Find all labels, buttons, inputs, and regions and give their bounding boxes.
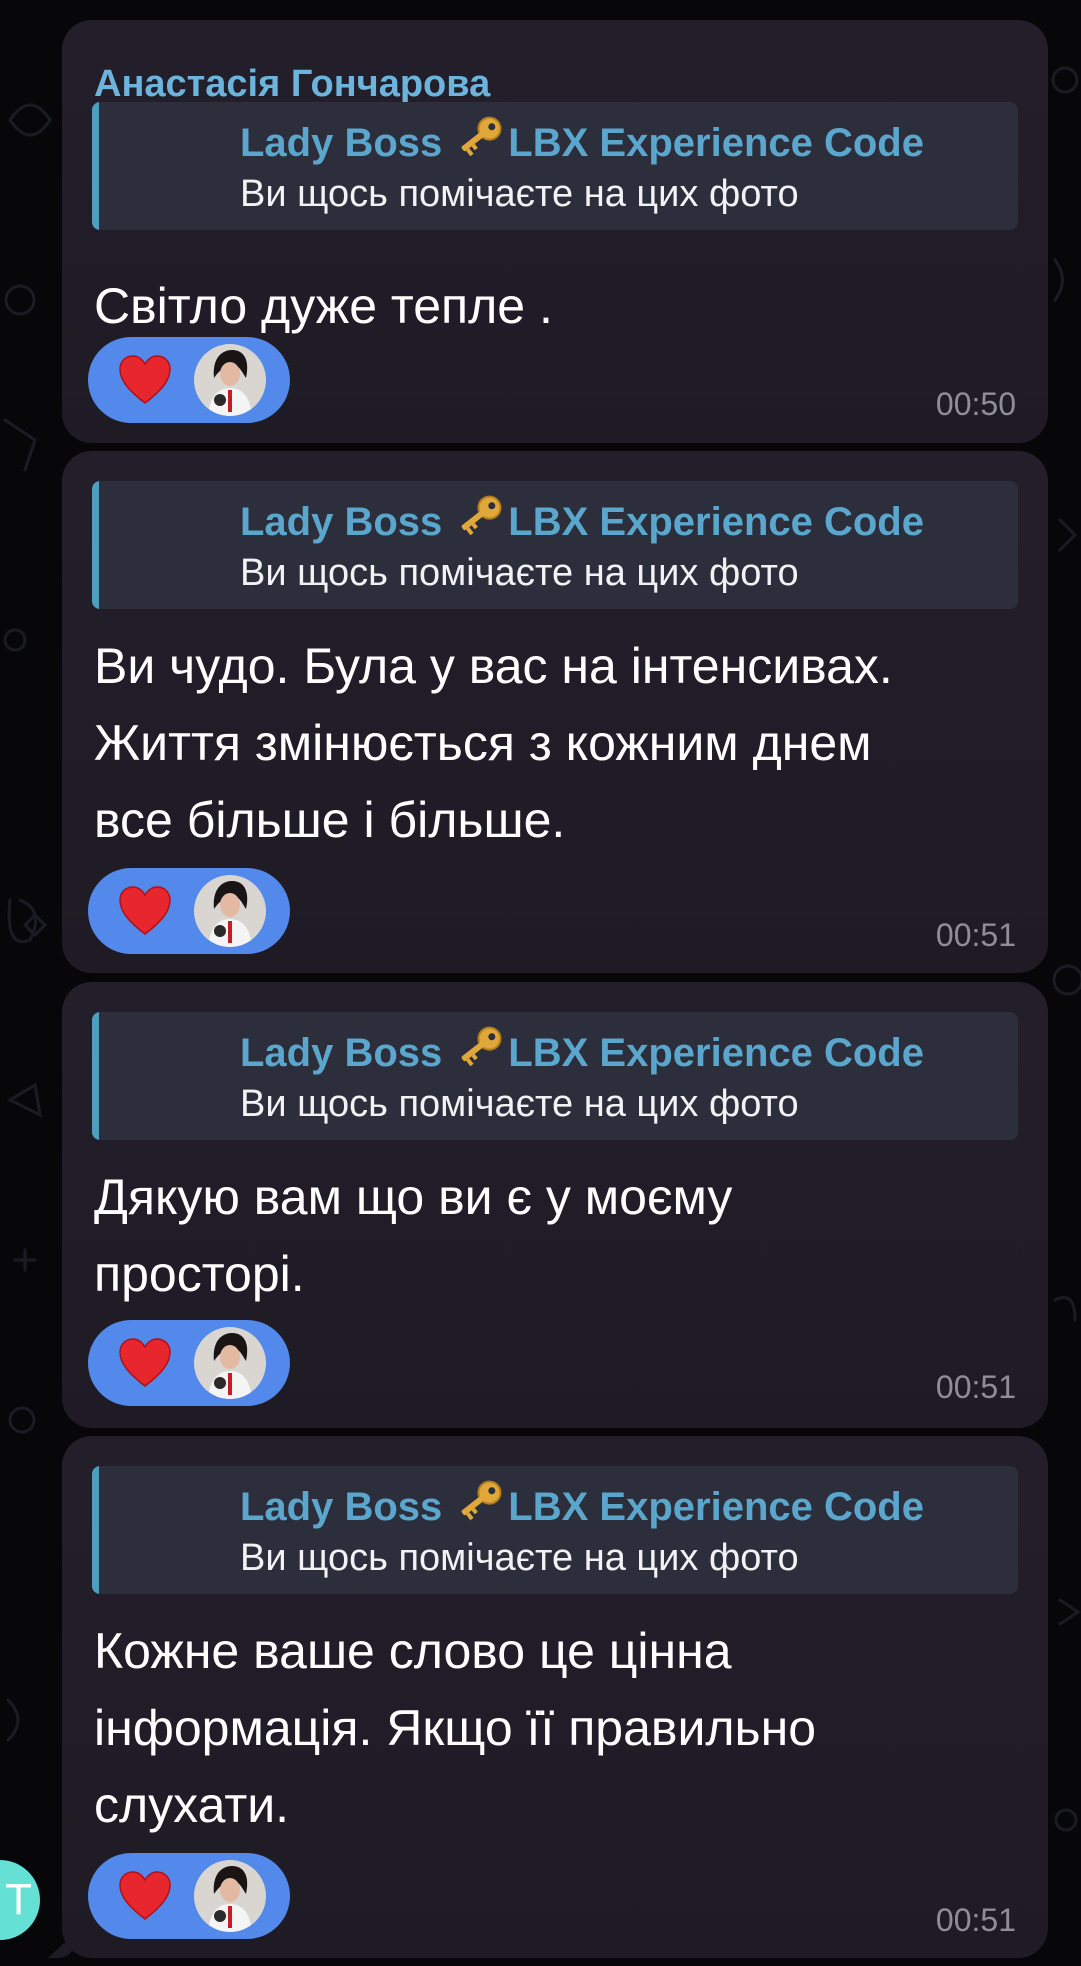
- heart-icon: [119, 1871, 171, 1920]
- reply-accent-bar: [92, 481, 99, 609]
- message-line: все більше і більше.: [94, 792, 566, 848]
- message-line: Життя змінюється з кожним днем: [94, 715, 872, 771]
- message-text: Кожне ваше слово це цінна інформація. Як…: [94, 1613, 1024, 1844]
- reply-title-name: Lady Boss: [240, 1485, 443, 1529]
- message-line: Дякую вам що ви є у моєму: [94, 1169, 733, 1225]
- reactor-avatar[interactable]: [194, 344, 266, 416]
- reply-title-channel: LBX Experience Code: [508, 500, 924, 544]
- reply-accent-bar: [92, 102, 99, 230]
- reply-title: Lady Boss LBX Experience Code: [240, 491, 924, 547]
- reply-quote[interactable]: Lady Boss LBX Experience Code Ви щось пом…: [92, 102, 1018, 230]
- message-bubble[interactable]: Анастасія Гончарова Lady Boss LBX Experie…: [62, 20, 1048, 443]
- reply-title-channel: LBX Experience Code: [508, 1031, 924, 1075]
- reaction-pill[interactable]: [88, 868, 290, 954]
- reply-title-channel: LBX Experience Code: [508, 121, 924, 165]
- message-line: Ви чудо. Була у вас на інтенсивах.: [94, 638, 893, 694]
- reply-text: Ви щось помічаєте на цих фото: [240, 173, 799, 215]
- message-line: Кожне ваше слово це цінна: [94, 1623, 732, 1679]
- message-time: 00:51: [935, 1902, 1016, 1938]
- reactor-avatar[interactable]: [194, 1327, 266, 1399]
- message-line: інформація. Якщо її правильно: [94, 1700, 817, 1756]
- reply-title: Lady Boss LBX Experience Code: [240, 1476, 924, 1532]
- key-icon: [461, 116, 502, 157]
- message-text: Ви чудо. Була у вас на інтенсивах. Життя…: [94, 628, 1024, 859]
- message-line: слухати.: [94, 1777, 290, 1833]
- reactor-avatar[interactable]: [194, 1860, 266, 1932]
- message-time: 00:51: [935, 917, 1016, 953]
- reply-title-channel: LBX Experience Code: [508, 1485, 924, 1529]
- message-line: Світло дуже тепле .: [94, 278, 553, 334]
- reply-accent-bar: [92, 1012, 99, 1140]
- heart-icon: [119, 1338, 171, 1387]
- reply-accent-bar: [92, 1466, 99, 1594]
- reply-title-name: Lady Boss: [240, 500, 443, 544]
- message-line: просторі.: [94, 1246, 305, 1302]
- key-icon: [461, 495, 502, 536]
- reply-text: Ви щось помічаєте на цих фото: [240, 1537, 799, 1579]
- message-bubble[interactable]: Lady Boss LBX Experience Code Ви щось пом…: [62, 982, 1048, 1428]
- message-time: 00:50: [935, 386, 1016, 422]
- message-time: 00:51: [935, 1369, 1016, 1405]
- reply-title: Lady Boss LBX Experience Code: [240, 112, 924, 168]
- reply-title-name: Lady Boss: [240, 121, 443, 165]
- heart-icon: [119, 886, 171, 935]
- reply-text: Ви щось помічаєте на цих фото: [240, 552, 799, 594]
- reply-quote[interactable]: Lady Boss LBX Experience Code Ви щось пом…: [92, 1012, 1018, 1140]
- reactor-avatar[interactable]: [194, 875, 266, 947]
- reply-quote[interactable]: Lady Boss LBX Experience Code Ви щось пом…: [92, 481, 1018, 609]
- reply-text: Ви щось помічаєте на цих фото: [240, 1083, 799, 1125]
- reaction-pill[interactable]: [88, 337, 290, 423]
- reply-title: Lady Boss LBX Experience Code: [240, 1022, 924, 1078]
- sender-name[interactable]: Анастасія Гончарова: [94, 62, 490, 106]
- message-text: Дякую вам що ви є у моєму просторі.: [94, 1159, 1024, 1313]
- reply-quote[interactable]: Lady Boss LBX Experience Code Ви щось пом…: [92, 1466, 1018, 1594]
- key-icon: [461, 1480, 502, 1521]
- message-bubble[interactable]: Lady Boss LBX Experience Code Ви щось пом…: [62, 1436, 1048, 1958]
- message-text: Світло дуже тепле .: [94, 268, 1024, 345]
- reply-title-name: Lady Boss: [240, 1031, 443, 1075]
- reaction-pill[interactable]: [88, 1853, 290, 1939]
- key-icon: [461, 1026, 502, 1067]
- message-bubble[interactable]: Lady Boss LBX Experience Code Ви щось пом…: [62, 451, 1048, 973]
- heart-icon: [119, 355, 171, 404]
- reaction-pill[interactable]: [88, 1320, 290, 1406]
